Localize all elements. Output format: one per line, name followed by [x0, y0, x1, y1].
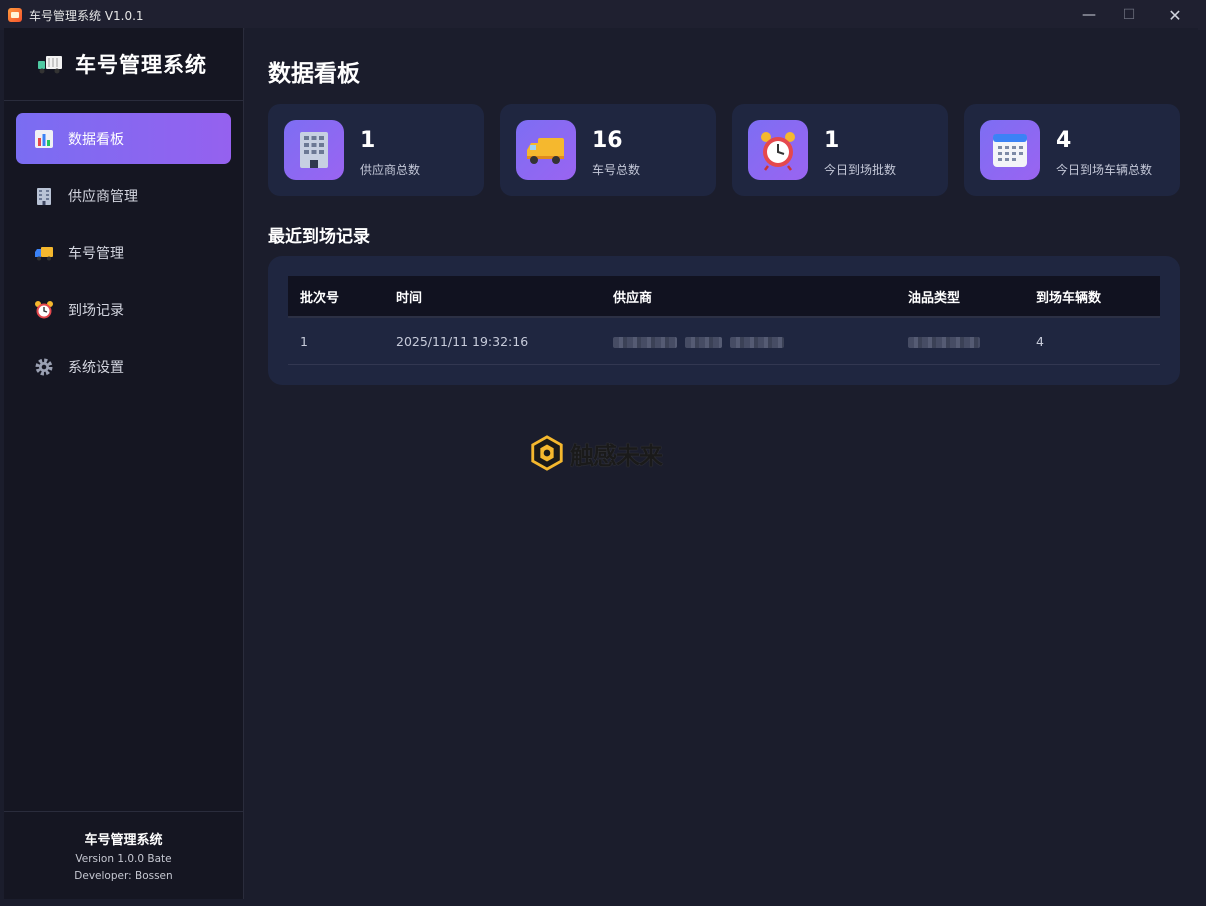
column-header-supplier[interactable]: 供应商 — [613, 287, 652, 306]
truck-icon — [38, 56, 62, 74]
card-icon-box — [748, 120, 808, 180]
stat-label: 今日到场车辆总数 — [1056, 163, 1153, 177]
building-icon — [37, 187, 51, 205]
stat-value: 4 — [1056, 128, 1072, 153]
truck-icon — [527, 138, 564, 164]
watermark: 触感未来 — [528, 434, 663, 472]
maximize-button[interactable]: ☐ — [1106, 0, 1152, 30]
truck-icon — [35, 246, 53, 260]
sidebar-item-label: 系统设置 — [68, 359, 124, 376]
close-button[interactable]: ✕ — [1152, 0, 1198, 30]
stat-label: 今日到场批数 — [824, 163, 897, 177]
sidebar-item-vehicles[interactable]: 车号管理 — [16, 227, 231, 278]
cell-oil-type-redacted — [908, 334, 988, 349]
cell-vehicle-count: 4 — [1036, 333, 1044, 349]
recent-arrivals-panel: 批次号 时间 供应商 油品类型 到场车辆数 1 2025/11/11 19:32… — [268, 256, 1180, 385]
brand: 车号管理系统 — [4, 28, 243, 101]
alarm-clock-icon — [35, 300, 53, 318]
stat-card-vehicles: 16 车号总数 — [500, 104, 716, 196]
alarm-clock-icon — [761, 132, 795, 171]
sidebar-footer: 车号管理系统 Version 1.0.0 Bate Developer: Bos… — [4, 811, 243, 899]
calendar-icon — [993, 134, 1027, 167]
page-title: 数据看板 — [268, 61, 360, 87]
sidebar-item-arrivals[interactable]: 到场记录 — [16, 284, 231, 335]
sidebar-item-label: 到场记录 — [68, 302, 124, 319]
footer-app-name: 车号管理系统 — [84, 833, 163, 848]
stat-label: 车号总数 — [592, 163, 641, 177]
bar-chart-icon — [35, 129, 53, 148]
gear-icon — [35, 358, 53, 375]
cell-time: 2025/11/11 19:32:16 — [396, 333, 529, 349]
sidebar-item-suppliers[interactable]: 供应商管理 — [16, 170, 231, 221]
stat-card-today-batches: 1 今日到场批数 — [732, 104, 948, 196]
app-icon — [8, 8, 22, 22]
column-header-batch[interactable]: 批次号 — [300, 287, 339, 306]
column-header-vehicle-count[interactable]: 到场车辆数 — [1036, 287, 1101, 306]
footer-version: Version 1.0.0 Bate — [75, 853, 172, 865]
card-icon-box — [516, 120, 576, 180]
title-bar: 车号管理系统 V1.0.1 — ☐ ✕ — [0, 0, 1206, 30]
column-header-time[interactable]: 时间 — [396, 287, 422, 306]
recent-arrivals-title: 最近到场记录 — [268, 227, 370, 247]
stat-card-today-vehicles: 4 今日到场车辆总数 — [964, 104, 1180, 196]
footer-developer: Developer: Bossen — [74, 870, 173, 882]
main-content: 数据看板 1 供应商总数 16 车号总数 1 今日到场批数 4 今日到场车辆总数… — [245, 28, 1198, 899]
app-window: 车号管理系统 V1.0.1 — ☐ ✕ 车号管理系统 数据看板 供应商管理 车号… — [0, 0, 1206, 906]
stat-card-suppliers: 1 供应商总数 — [268, 104, 484, 196]
brand-title: 车号管理系统 — [75, 53, 207, 77]
column-header-oil-type[interactable]: 油品类型 — [908, 287, 960, 306]
table-header: 批次号 时间 供应商 油品类型 到场车辆数 — [288, 276, 1160, 318]
card-icon-box — [284, 120, 344, 180]
watermark-text: 触感未来 — [570, 441, 663, 470]
stat-value: 1 — [824, 128, 840, 153]
card-icon-box — [980, 120, 1040, 180]
sidebar-item-label: 供应商管理 — [68, 188, 138, 205]
cell-batch: 1 — [300, 333, 308, 349]
stat-value: 16 — [592, 128, 623, 153]
sidebar-item-settings[interactable]: 系统设置 — [16, 341, 231, 392]
sidebar-nav: 数据看板 供应商管理 车号管理 到场记录 系统设置 — [16, 113, 231, 398]
sidebar: 车号管理系统 数据看板 供应商管理 车号管理 到场记录 系统设置 车号管理系统 … — [4, 28, 244, 899]
table-row[interactable]: 1 2025/11/11 19:32:16 4 — [288, 318, 1160, 365]
window-title: 车号管理系统 V1.0.1 — [29, 8, 144, 23]
sidebar-item-label: 车号管理 — [68, 245, 124, 262]
cell-supplier-redacted — [613, 334, 792, 349]
recent-arrivals-table: 批次号 时间 供应商 油品类型 到场车辆数 1 2025/11/11 19:32… — [288, 276, 1160, 365]
sidebar-item-label: 数据看板 — [68, 131, 124, 148]
building-icon — [300, 132, 328, 168]
stat-label: 供应商总数 — [360, 163, 421, 177]
stat-value: 1 — [360, 128, 376, 153]
sidebar-item-dashboard[interactable]: 数据看板 — [16, 113, 231, 164]
hexagon-logo-icon — [531, 435, 563, 471]
